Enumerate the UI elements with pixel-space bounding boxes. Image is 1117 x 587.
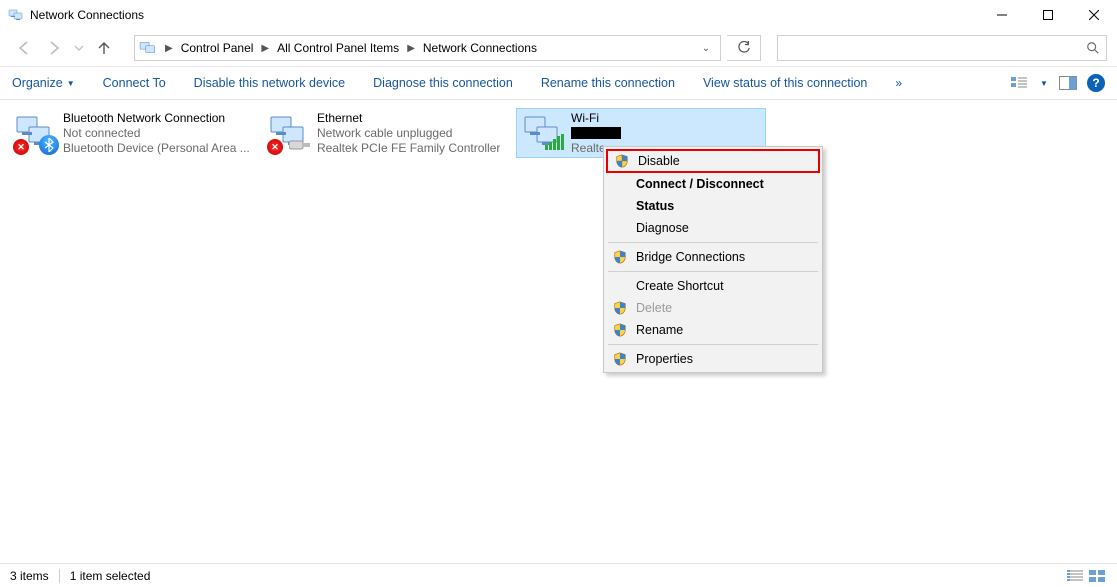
overflow-button[interactable]: » [895, 76, 902, 90]
shield-icon [612, 351, 628, 367]
minimize-button[interactable] [979, 0, 1025, 30]
status-item-count: 3 items [10, 569, 49, 583]
shield-icon [614, 153, 630, 169]
ctx-properties[interactable]: Properties [606, 348, 820, 370]
large-icons-view-button[interactable] [1087, 568, 1107, 584]
disable-device-button[interactable]: Disable this network device [194, 76, 345, 90]
ctx-connect-disconnect[interactable]: Connect / Disconnect [606, 173, 820, 195]
ctx-bridge-label: Bridge Connections [636, 250, 810, 264]
search-icon [1086, 41, 1100, 55]
adapter-status: Network cable unplugged [317, 126, 500, 141]
adapter-device: Realtek PCIe FE Family Controller [317, 141, 500, 156]
chevron-right-icon[interactable]: ▶ [161, 43, 177, 54]
separator [608, 271, 818, 272]
adapter-list: Bluetooth Network Connection Not connect… [0, 100, 1117, 166]
ctx-bridge-connections[interactable]: Bridge Connections [606, 246, 820, 268]
ctx-delete-label: Delete [636, 301, 810, 315]
organize-menu[interactable]: Organize ▼ [12, 76, 75, 90]
view-status-label: View status of this connection [703, 76, 867, 90]
location-icon [139, 39, 157, 57]
ctx-diagnose-label: Diagnose [636, 221, 810, 235]
help-button[interactable]: ? [1087, 74, 1105, 92]
adapter-ethernet[interactable]: Ethernet Network cable unplugged Realtek… [262, 108, 512, 158]
rename-connection-button[interactable]: Rename this connection [541, 76, 675, 90]
shield-icon [612, 322, 628, 338]
nav-bar: ▶ Control Panel ▶ All Control Panel Item… [0, 30, 1117, 66]
window-icon [8, 7, 24, 23]
view-status-button[interactable]: View status of this connection [703, 76, 867, 90]
address-history-button[interactable]: ⌄ [694, 43, 718, 54]
adapter-icon [269, 113, 309, 153]
forward-button[interactable] [42, 36, 66, 60]
close-button[interactable] [1071, 0, 1117, 30]
ctx-status[interactable]: Status [606, 195, 820, 217]
ctx-properties-label: Properties [636, 352, 810, 366]
separator [608, 344, 818, 345]
window-title: Network Connections [30, 8, 144, 22]
ctx-connect-label: Connect / Disconnect [636, 177, 810, 191]
adapter-device: Bluetooth Device (Personal Area ... [63, 141, 250, 156]
ctx-create-shortcut[interactable]: Create Shortcut [606, 275, 820, 297]
ctx-diagnose[interactable]: Diagnose [606, 217, 820, 239]
connect-to-label: Connect To [103, 76, 166, 90]
ctx-shortcut-label: Create Shortcut [636, 279, 810, 293]
details-view-button[interactable] [1065, 568, 1085, 584]
back-button[interactable] [12, 36, 36, 60]
status-selection-count: 1 item selected [70, 569, 151, 583]
ctx-rename[interactable]: Rename [606, 319, 820, 341]
status-bar: 3 items 1 item selected [0, 563, 1117, 587]
breadcrumb-control-panel[interactable]: Control Panel [177, 38, 258, 58]
command-bar: Organize ▼ Connect To Disable this netwo… [0, 66, 1117, 100]
adapter-ssid-redacted [571, 126, 621, 141]
view-options-button[interactable] [1011, 74, 1029, 92]
diagnose-connection-button[interactable]: Diagnose this connection [373, 76, 513, 90]
context-menu: Disable Connect / Disconnect Status Diag… [603, 146, 823, 373]
connect-to-button[interactable]: Connect To [103, 76, 166, 90]
chevron-right-icon[interactable]: ▶ [403, 43, 419, 54]
view-options-caret[interactable]: ▼ [1039, 74, 1049, 92]
adapter-icon [523, 113, 563, 153]
breadcrumb-network-connections[interactable]: Network Connections [419, 38, 541, 58]
maximize-button[interactable] [1025, 0, 1071, 30]
disable-device-label: Disable this network device [194, 76, 345, 90]
ctx-rename-label: Rename [636, 323, 810, 337]
adapter-bluetooth[interactable]: Bluetooth Network Connection Not connect… [8, 108, 258, 158]
organize-label: Organize [12, 76, 63, 90]
signal-bars-icon [545, 134, 565, 155]
recent-locations-button[interactable] [72, 36, 86, 60]
preview-pane-button[interactable] [1059, 74, 1077, 92]
shield-icon [612, 300, 628, 316]
caret-down-icon: ▼ [67, 79, 75, 88]
ctx-disable-label: Disable [638, 154, 808, 168]
ethernet-plug-icon [289, 138, 311, 157]
chevron-right-icon[interactable]: ▶ [257, 43, 273, 54]
error-badge-icon [13, 139, 29, 155]
refresh-button[interactable] [727, 35, 761, 61]
adapter-name: Bluetooth Network Connection [63, 111, 250, 126]
shield-icon [612, 249, 628, 265]
diagnose-label: Diagnose this connection [373, 76, 513, 90]
adapter-name: Ethernet [317, 111, 500, 126]
adapter-icon [15, 113, 55, 153]
rename-label: Rename this connection [541, 76, 675, 90]
adapter-device-prefix: Realte [571, 141, 606, 155]
ctx-disable[interactable]: Disable [606, 149, 820, 173]
ctx-status-label: Status [636, 199, 810, 213]
breadcrumb-all-items[interactable]: All Control Panel Items [273, 38, 403, 58]
search-input[interactable] [777, 35, 1107, 61]
address-bar[interactable]: ▶ Control Panel ▶ All Control Panel Item… [134, 35, 721, 61]
adapter-status: Not connected [63, 126, 250, 141]
ctx-delete: Delete [606, 297, 820, 319]
title-bar: Network Connections [0, 0, 1117, 30]
error-badge-icon [267, 139, 283, 155]
up-button[interactable] [92, 36, 116, 60]
separator [608, 242, 818, 243]
adapter-name: Wi-Fi [571, 111, 621, 126]
bluetooth-icon [39, 135, 59, 155]
